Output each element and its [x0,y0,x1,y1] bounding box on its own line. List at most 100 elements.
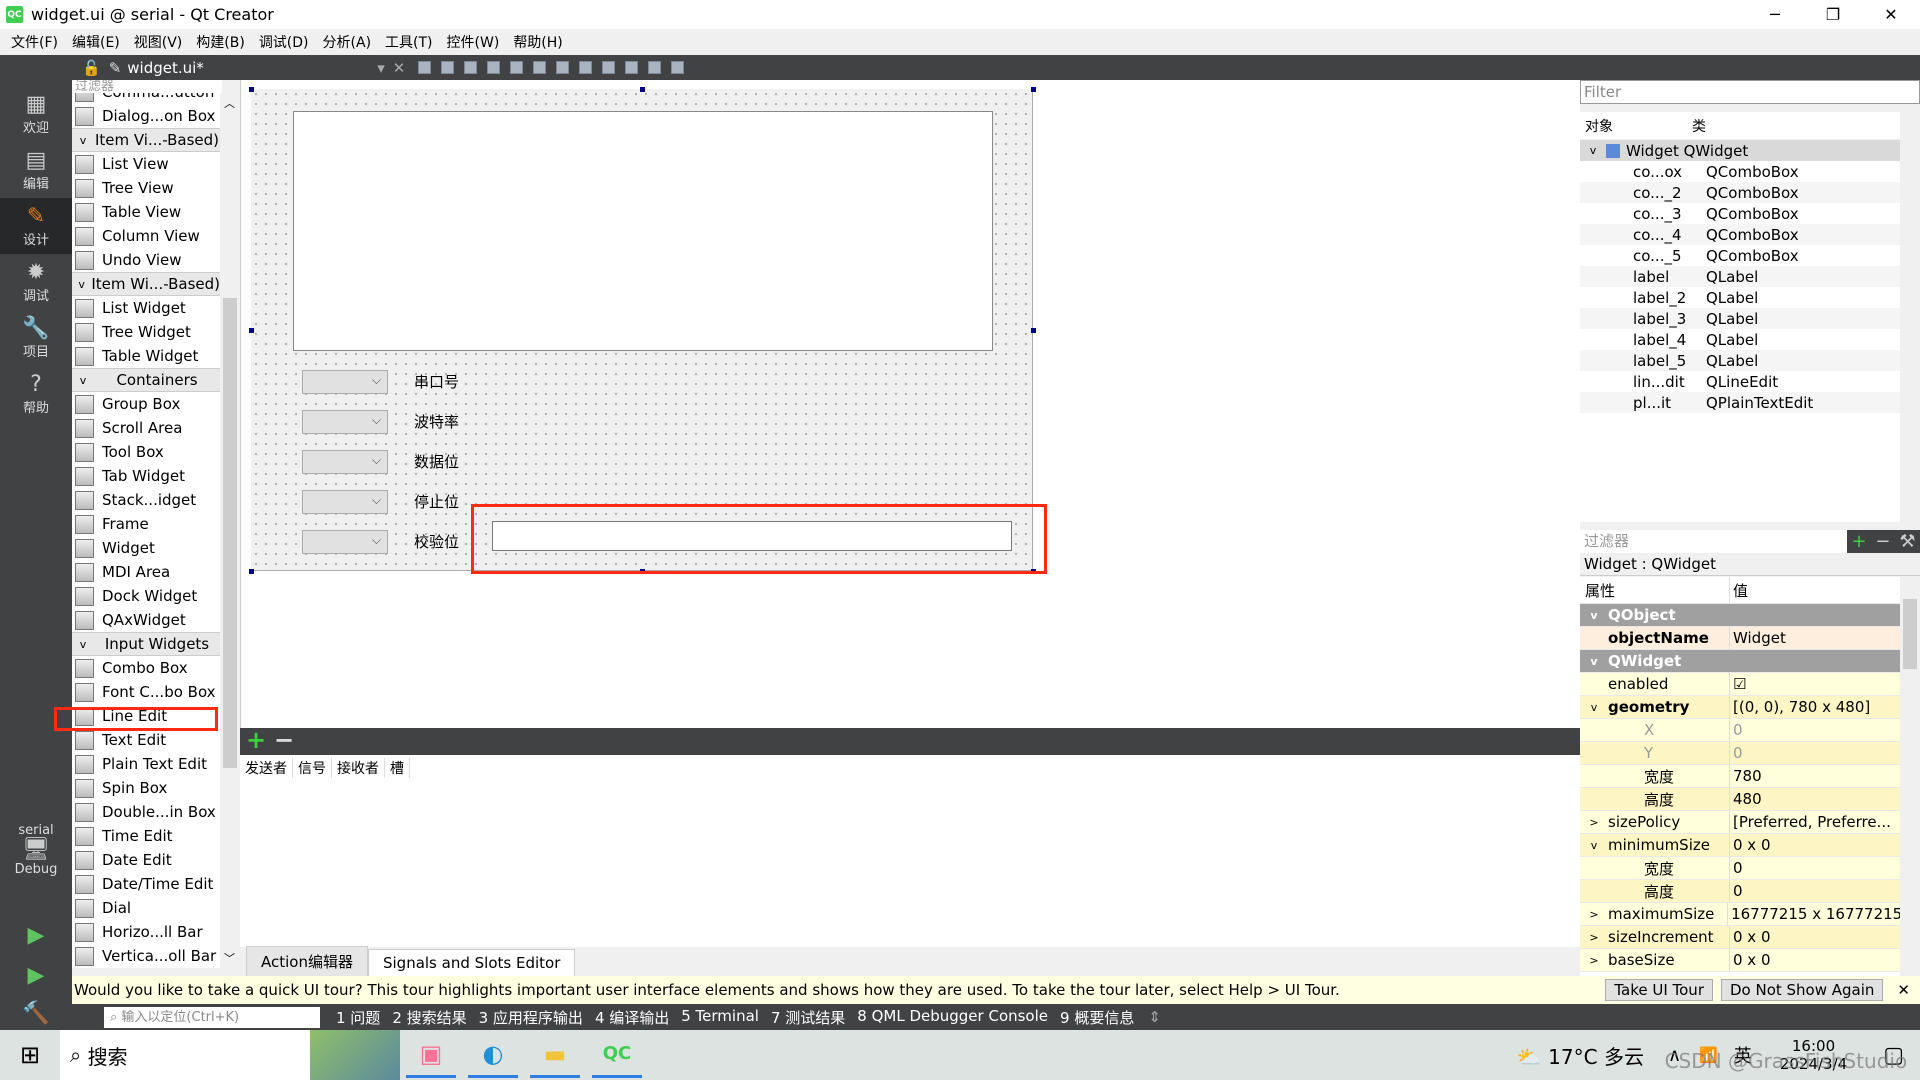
add-connection-button[interactable]: + [246,726,266,754]
tree-item[interactable]: label_5 QLabel [1580,350,1900,371]
enabled-checkbox[interactable]: ☑ [1730,675,1746,693]
chevron-right-icon[interactable]: > [1580,908,1608,921]
property-value[interactable]: 0 [1730,859,1743,877]
property-value[interactable]: 780 [1730,767,1762,785]
widget-box-item[interactable]: Combo Box [72,656,220,680]
widget-box-item[interactable]: Scroll Area [72,416,220,440]
tree-item[interactable]: co..._3 QComboBox [1580,203,1900,224]
windows-start-icon[interactable]: ⊞ [0,1041,60,1069]
weather-icon[interactable]: ⛅ 17°C 多云 [1517,1041,1644,1070]
layout-tool-icon[interactable] [671,61,685,74]
menu-item[interactable]: 编辑(E) [65,32,127,52]
expand-icon[interactable]: v [1580,144,1606,157]
widget-box-item[interactable]: Tree Widget [72,320,220,344]
file-dropdown-icon[interactable]: ▾ [377,59,385,77]
widget-box-item[interactable]: Dock Widget [72,584,220,608]
layout-tool-icon[interactable] [418,61,432,74]
do-not-show-again-button[interactable]: Do Not Show Again [1720,979,1884,1001]
property-row[interactable]: > baseSize 0 x 0 [1580,949,1900,972]
tree-item[interactable]: label_4 QLabel [1580,329,1900,350]
widget-box-item[interactable]: Tab Widget [72,464,220,488]
output-pane-button[interactable]: 3 应用程序输出 [473,1007,589,1028]
tree-item[interactable]: pl...it QPlainTextEdit [1580,392,1900,413]
widget-box-item[interactable]: Time Edit [72,824,220,848]
mode-edit[interactable]: ▤ 编辑 [0,142,72,198]
widget-box-item[interactable]: Dial [72,896,220,920]
property-value[interactable]: [Preferred, Preferre... [1730,813,1891,831]
property-filter-input[interactable]: 过滤器 [1580,530,1847,553]
menu-item[interactable]: 控件(W) [440,32,507,52]
property-row[interactable]: > maximumSize 16777215 x 16777215 [1580,903,1900,926]
resize-handle[interactable] [640,87,645,92]
widget-box-item[interactable]: Date/Time Edit [72,872,220,896]
property-row[interactable]: 高度 0 [1580,880,1900,903]
widget-box-item[interactable]: Widget [72,536,220,560]
resize-handle[interactable] [249,328,254,333]
signal-slot-list[interactable] [240,780,1580,947]
widget-box-item[interactable]: Text Edit [72,728,220,752]
tree-item[interactable]: label QLabel [1580,266,1900,287]
widget-box-item[interactable]: Column View [72,224,220,248]
column-header[interactable]: 槽 [385,757,410,778]
layout-tool-icon[interactable] [579,61,593,74]
menu-item[interactable]: 文件(F) [4,32,65,52]
widget-box-scrollbar[interactable]: ︿ ﹀ [220,93,240,968]
column-header[interactable]: 信号 [293,757,332,778]
property-row[interactable]: > sizeIncrement 0 x 0 [1580,926,1900,949]
property-row[interactable]: v QWidget [1580,650,1900,673]
property-row[interactable]: Y0 [1580,742,1900,765]
widget-box-item[interactable]: Table Widget [72,344,220,368]
resize-handle[interactable] [1031,328,1036,333]
layout-tool-icon[interactable] [648,61,662,74]
column-object[interactable]: 对象 [1580,116,1688,136]
combo-box[interactable]: ⌵ [302,370,388,394]
mode-wrench[interactable]: 🔧 项目 [0,310,72,366]
widget-box-item[interactable]: Frame [72,512,220,536]
remove-connection-button[interactable]: − [274,726,294,754]
file-explorer-icon[interactable]: ▬ [530,1032,580,1078]
bilibili-app-icon[interactable]: ▣ [406,1032,456,1078]
widget-box-item[interactable]: QAxWidget [72,608,220,632]
widget-box-item[interactable]: Comma...utton [72,93,220,104]
property-row[interactable]: v minimumSize 0 x 0 [1580,834,1900,857]
mode-help[interactable]: ? 帮助 [0,366,72,422]
widget-box-item[interactable]: Table View [72,200,220,224]
debug-run-icon[interactable]: ▶ [0,957,72,993]
menu-item[interactable]: 构建(B) [189,32,252,52]
minimize-button[interactable]: ─ [1746,0,1804,29]
widget-box-item[interactable]: Double...in Box [72,800,220,824]
layout-tool-icon[interactable] [533,61,547,74]
property-value[interactable]: [(0, 0), 780 x 480] [1730,698,1870,716]
property-value[interactable]: 0 x 0 [1730,928,1771,946]
property-value[interactable]: 480 [1730,790,1762,808]
column-class[interactable]: 类 [1688,116,1706,136]
run-icon[interactable]: ▶ [0,917,72,953]
chevron-right-icon[interactable]: > [1580,816,1608,829]
take-ui-tour-button[interactable]: Take UI Tour [1605,979,1713,1001]
menu-item[interactable]: 分析(A) [316,32,379,52]
widget-box-item[interactable]: MDI Area [72,560,220,584]
widget-box-item[interactable]: Font C...bo Box [72,680,220,704]
layout-tool-icon[interactable] [602,61,616,74]
chevron-down-icon[interactable]: v [1580,839,1608,852]
widget-category[interactable]: v Item Vi...-Based) [72,128,220,152]
scroll-up-icon[interactable]: ︿ [224,95,235,111]
chevron-down-icon[interactable]: v [1580,655,1608,668]
remove-property-button[interactable]: − [1875,531,1890,552]
taskbar-search[interactable]: ⌕ 搜索 [60,1030,310,1080]
widget-box-item[interactable]: Stack...idget [72,488,220,512]
widget-box-item[interactable]: Group Box [72,392,220,416]
output-pane-button[interactable]: 5 Terminal [675,1007,765,1028]
output-pane-button[interactable]: 4 编译输出 [589,1007,675,1028]
column-header[interactable]: 接收者 [332,757,385,778]
wrench-icon[interactable]: ⚒ [1899,531,1915,552]
output-pane-button[interactable]: 8 QML Debugger Console [851,1007,1054,1028]
chevron-down-icon[interactable]: v [1580,701,1608,714]
combo-box[interactable]: ⌵ [302,410,388,434]
resize-handle[interactable] [1031,87,1036,92]
tree-item[interactable]: label_2 QLabel [1580,287,1900,308]
column-header[interactable]: 发送者 [240,757,293,778]
widget-box-item[interactable]: Undo View [72,248,220,272]
tab[interactable]: Signals and Slots Editor [367,949,576,976]
chevron-right-icon[interactable]: > [1580,931,1608,944]
